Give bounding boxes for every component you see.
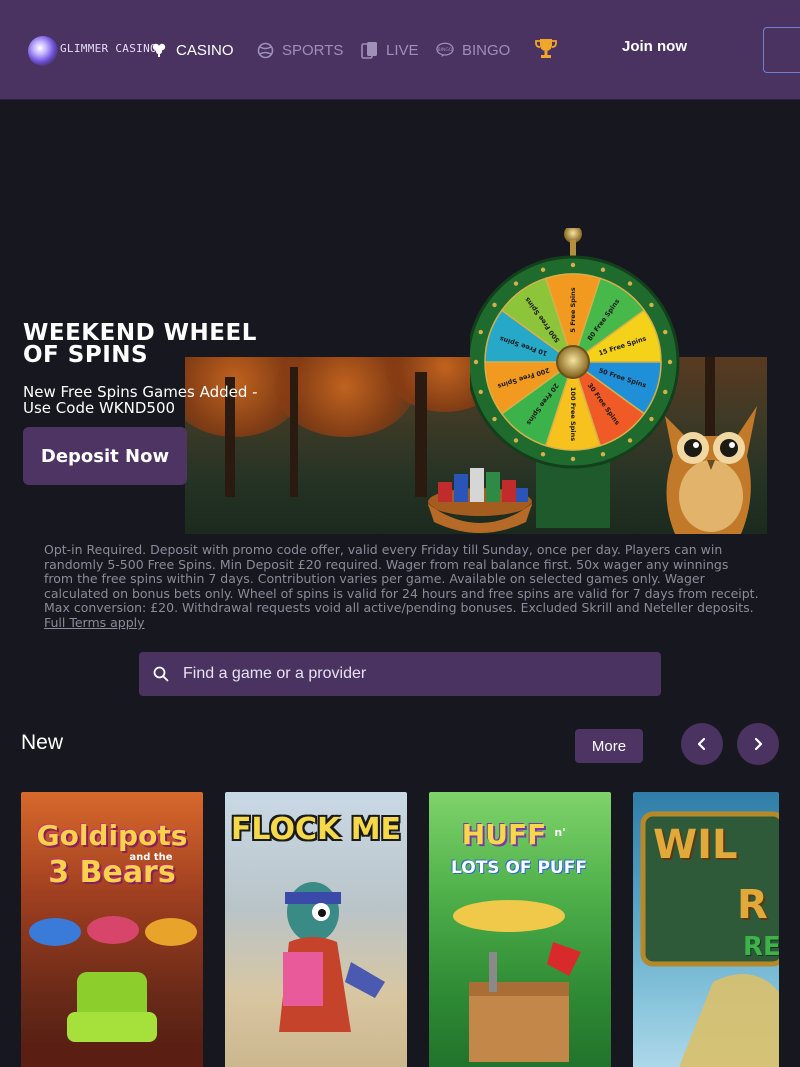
game-title-line1: WIL — [653, 822, 738, 868]
svg-text:BINGO: BINGO — [438, 47, 453, 53]
wheel-rim-stud — [570, 456, 576, 462]
carousel-next-button[interactable] — [737, 723, 779, 765]
game-title: FLOCK ME — [230, 812, 402, 847]
logo-orb-icon — [28, 36, 58, 66]
deposit-now-button[interactable]: Deposit Now — [23, 427, 187, 485]
wheel-rim-stud — [663, 389, 668, 395]
live-cards-icon — [360, 41, 378, 59]
flock-me-art-image — [279, 882, 385, 1032]
full-terms-link[interactable]: Full Terms apply — [44, 615, 145, 630]
game-tile-flock-me[interactable]: FLOCK ME — [225, 792, 407, 1067]
wheel-rim-stud — [478, 329, 483, 335]
wheel-rim-stud — [600, 452, 606, 457]
nav-label-bingo: BINGO — [462, 41, 511, 59]
game-title-line2: LOTS OF PUFF — [451, 858, 587, 878]
huff-puff-art-image — [453, 900, 581, 1062]
nav-item-live[interactable]: LIVE — [360, 38, 419, 62]
owl-mascot-image — [655, 396, 767, 534]
wheel-rim-stud — [667, 359, 673, 365]
game-title-line1: Goldipots — [36, 819, 188, 852]
wheel-segment-label: 5 Free Spins — [569, 287, 577, 332]
more-button[interactable]: More — [575, 729, 643, 763]
wheel-rim-stud — [627, 281, 633, 286]
trophy-icon[interactable] — [535, 37, 557, 61]
ball-icon — [256, 41, 274, 59]
chevron-left-icon — [697, 737, 706, 751]
game-title-line1: HUFF — [461, 818, 547, 851]
game-title-line2: R — [737, 882, 768, 928]
wheel-rim-stud — [492, 416, 497, 422]
wheel-rim-stud — [513, 438, 519, 443]
game-tile-goldipots[interactable]: Goldipots and the 3 Bears — [21, 792, 203, 1067]
hero-subtitle: New Free Spins Games Added - Use Code WK… — [23, 383, 258, 417]
search-icon — [153, 666, 169, 682]
cards-icon — [150, 41, 168, 59]
game-tile-huff-n-lots-of-puff[interactable]: HUFF n' LOTS OF PUFF — [429, 792, 611, 1067]
chevron-right-icon — [754, 737, 763, 751]
goldipots-art-image — [21, 916, 203, 1067]
nav-label-live: LIVE — [386, 41, 419, 59]
wheel-rim-stud — [649, 302, 654, 308]
wheel-rim-stud — [473, 359, 479, 365]
wheel-rim-stud — [492, 302, 497, 308]
nav-label-casino: CASINO — [176, 41, 234, 59]
wheel-rim-stud — [513, 281, 519, 286]
wheel-rim-stud — [540, 452, 546, 457]
wheel-rim-stud — [663, 329, 668, 335]
nav-label-sports: SPORTS — [282, 41, 344, 59]
nav-item-casino[interactable]: CASINO — [150, 38, 234, 62]
terms-text: Opt-in Required. Deposit with promo code… — [44, 542, 759, 616]
wheel-segment-label: 100 Free Spins — [569, 387, 577, 441]
top-header: GLIMMER CASINO CASINO SPORTS LIVE BINGO … — [0, 0, 800, 100]
wheel-rim-stud — [570, 262, 576, 268]
hero-title: WEEKEND WHEEL OF SPINS — [23, 320, 257, 368]
game-title-line3: RE — [743, 932, 779, 962]
game-tile-wild-partial[interactable]: WIL R RE — [633, 792, 779, 1067]
join-now-link[interactable]: Join now — [622, 38, 687, 62]
game-search-bar[interactable] — [139, 652, 661, 696]
bingo-icon: BINGO — [436, 41, 454, 59]
carousel-prev-button[interactable] — [681, 723, 723, 765]
game-title-small: n' — [554, 826, 566, 839]
wheel-rim-stud — [627, 438, 633, 443]
nav-item-sports[interactable]: SPORTS — [256, 38, 343, 62]
login-button[interactable] — [763, 27, 800, 73]
section-title-new: New — [21, 731, 64, 754]
wheel-rim-stud — [649, 416, 654, 422]
promo-terms: Opt-in Required. Deposit with promo code… — [44, 542, 759, 631]
wheel-rim-stud — [600, 267, 606, 272]
casino-chips-bowl-image — [416, 462, 544, 534]
game-title-line2: 3 Bears — [48, 855, 176, 890]
search-input[interactable] — [183, 652, 643, 696]
nav-item-bingo[interactable]: BINGO BINGO — [436, 38, 510, 62]
wheel-rim-stud — [540, 267, 546, 272]
brand-logo[interactable]: GLIMMER CASINO — [22, 30, 157, 70]
wheel-rim-stud — [478, 389, 483, 395]
brand-name: GLIMMER CASINO — [60, 42, 157, 55]
